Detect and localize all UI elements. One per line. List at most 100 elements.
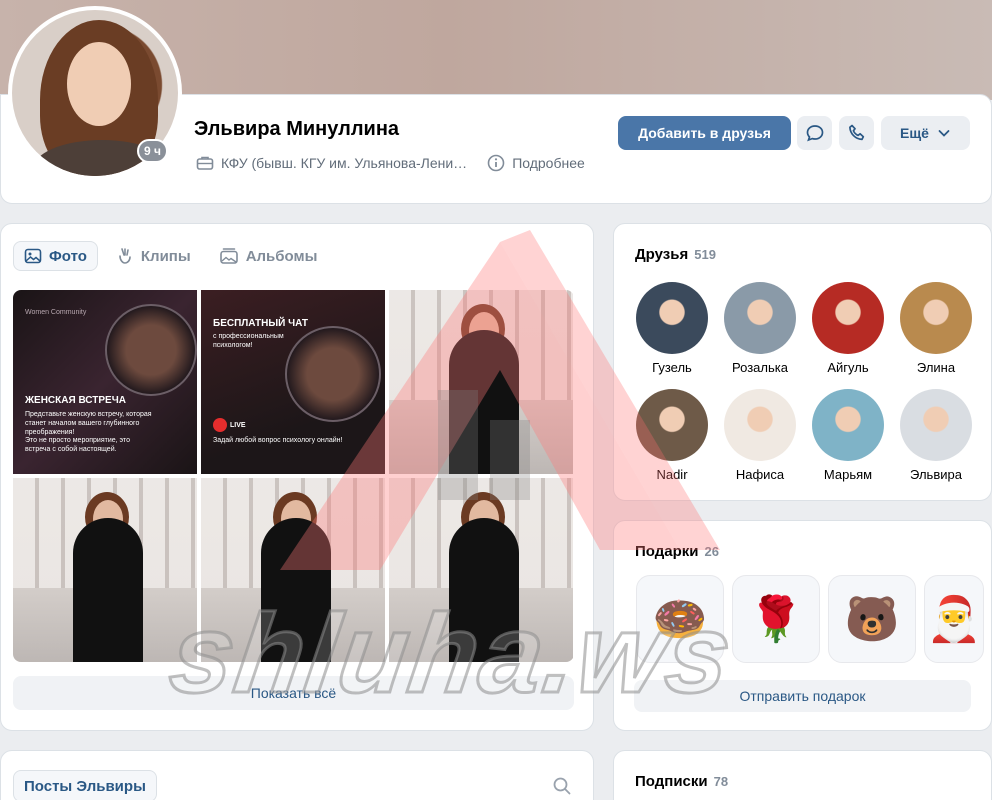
photo-portrait [105, 304, 197, 396]
photo-icon [24, 248, 42, 264]
play-icon [213, 418, 227, 432]
photo-thumbnail[interactable] [389, 290, 573, 474]
albums-icon [219, 248, 238, 264]
friend-name: Розалька [732, 360, 788, 375]
add-friend-button[interactable]: Добавить в друзья [618, 116, 791, 150]
photo-text: Представьте женскую встречу, которая ста… [25, 411, 152, 436]
friend-avatar [812, 282, 884, 354]
friend-name: Гузель [652, 360, 692, 375]
friend-item[interactable]: Марьям [804, 389, 892, 482]
friend-avatar [724, 389, 796, 461]
friend-item[interactable]: Розалька [716, 282, 804, 375]
friend-name: Элина [916, 360, 956, 375]
friend-item[interactable]: Nadir [628, 389, 716, 482]
gifts-title[interactable]: Подарки 26 [635, 543, 719, 560]
briefcase-icon [196, 156, 214, 170]
friend-avatar [900, 389, 972, 461]
details-link[interactable]: Подробнее [487, 154, 585, 172]
photo-thumbnail[interactable]: БЕСПЛАТНЫЙ ЧАТ с профессиональным психол… [201, 290, 385, 474]
gifts-title-label: Подарки [635, 543, 699, 560]
friends-title[interactable]: Друзья 519 [635, 246, 716, 263]
send-gift-button[interactable]: Отправить подарок [634, 680, 971, 712]
friend-name: Nadir [656, 467, 688, 482]
gifts-row: 🍩 🌹 🐻 🎅 [636, 575, 984, 663]
photos-grid: Women Community ЖЕНСКАЯ ВСТРЕЧА Представ… [13, 290, 574, 662]
subscriptions-title[interactable]: Подписки 78 [635, 773, 728, 790]
subscriptions-card: Подписки 78 [613, 750, 992, 800]
search-icon [553, 777, 571, 795]
info-icon [487, 154, 505, 172]
friend-item[interactable]: Нафиса [716, 389, 804, 482]
show-all-photos-button[interactable]: Показать всё [13, 676, 574, 710]
profile-name: Эльвира Минуллина [194, 118, 400, 140]
friend-item[interactable]: Элина [892, 282, 980, 375]
tab-clips-label: Клипы [140, 247, 191, 265]
message-button[interactable] [797, 116, 832, 150]
photo-portrait [285, 326, 381, 422]
tab-photos-label: Фото [49, 247, 87, 265]
friend-avatar [812, 389, 884, 461]
profile-meta: КФУ (бывш. КГУ им. Ульянова-Лени… Подроб… [196, 154, 585, 172]
photo-thumbnail[interactable]: Women Community ЖЕНСКАЯ ВСТРЕЧА Представ… [13, 290, 197, 474]
photo-subtitle: с профессиональным психологом! [213, 333, 284, 349]
friend-avatar [724, 282, 796, 354]
photo-thumbnail[interactable] [389, 478, 573, 662]
photos-card: Фото Клипы Альбомы Women Community ЖЕНСК… [0, 223, 594, 731]
photo-title: БЕСПЛАТНЫЙ ЧАТ [213, 318, 308, 329]
santa-icon: 🎅 [926, 595, 982, 644]
friends-card: Друзья 519 Гузель Розалька Айгуль Элина Nadir… [613, 223, 992, 501]
live-badge: LIVE [213, 418, 253, 432]
friend-avatar [636, 282, 708, 354]
posts-search-button[interactable] [552, 776, 572, 800]
friend-item[interactable]: Эльвира [892, 389, 980, 482]
gift-item[interactable]: 🎅 [924, 575, 984, 663]
subscriptions-title-label: Подписки [635, 773, 708, 790]
friend-name: Марьям [823, 467, 873, 482]
call-button[interactable] [839, 116, 874, 150]
photo-brand: Women Community [25, 309, 87, 316]
photo-title: ЖЕНСКАЯ ВСТРЕЧА [25, 395, 126, 406]
gift-item[interactable]: 🍩 [636, 575, 724, 663]
last-seen-badge: 9 ч [137, 139, 168, 163]
photo-thumbnail[interactable] [201, 478, 385, 662]
photo-thumbnail[interactable] [13, 478, 197, 662]
chevron-down-icon [938, 130, 950, 137]
avatar-face [67, 42, 131, 126]
tab-albums-label: Альбомы [245, 247, 318, 265]
education-item[interactable]: КФУ (бывш. КГУ им. Ульянова-Лени… [196, 154, 467, 172]
photos-tabs: Фото Клипы Альбомы [13, 241, 327, 271]
details-label: Подробнее [512, 155, 585, 171]
message-icon [806, 125, 823, 142]
friend-item[interactable]: Айгуль [804, 282, 892, 375]
gifts-card: Подарки 26 🍩 🌹 🐻 🎅 Отправить подарок [613, 520, 992, 731]
posts-tab[interactable]: Посты Эльвиры [13, 770, 157, 800]
friends-grid: Гузель Розалька Айгуль Элина Nadir Нафиса Марь… [628, 282, 980, 482]
tab-photos[interactable]: Фото [13, 241, 98, 271]
live-label: LIVE [230, 421, 246, 429]
photo-text: Это не просто мероприятие, это встреча с… [25, 437, 130, 453]
tab-clips[interactable]: Клипы [106, 241, 201, 271]
friend-item[interactable]: Гузель [628, 282, 716, 375]
subscriptions-count: 78 [713, 774, 729, 789]
friend-name: Эльвира [910, 467, 962, 482]
gift-item[interactable]: 🐻 [828, 575, 916, 663]
friend-name: Нафиса [735, 467, 785, 482]
photo-footer: Задай любой вопрос психологу онлайн! [213, 437, 343, 444]
more-button[interactable]: Ещё [881, 116, 970, 150]
friend-name: Айгуль [827, 360, 869, 375]
education-text: КФУ (бывш. КГУ им. Ульянова-Лени… [221, 155, 468, 171]
rose-icon: 🌹 [748, 595, 804, 644]
clips-icon [119, 248, 131, 264]
friends-title-label: Друзья [635, 246, 689, 263]
friend-avatar [900, 282, 972, 354]
gifts-count: 26 [704, 544, 719, 559]
friends-count: 519 [694, 247, 716, 262]
gift-item[interactable]: 🌹 [732, 575, 820, 663]
friend-avatar [636, 389, 708, 461]
more-label: Ещё [900, 125, 929, 141]
bear-icon: 🐻 [844, 595, 900, 644]
donut-icon: 🍩 [652, 595, 708, 644]
tab-albums[interactable]: Альбомы [209, 241, 328, 271]
posts-card: Посты Эльвиры [0, 750, 594, 800]
phone-icon [848, 124, 864, 141]
